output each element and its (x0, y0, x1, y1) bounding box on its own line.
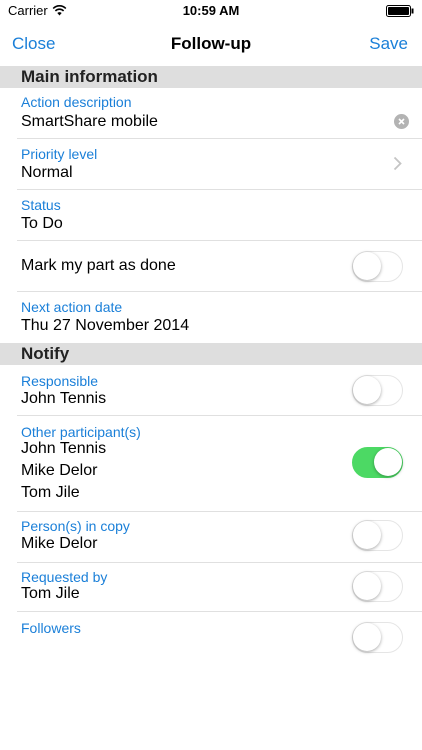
persons-in-copy-row: Person(s) in copy Mike Delor (0, 512, 422, 563)
requested-by-name: Tom Jile (21, 585, 80, 602)
next-action-date-value[interactable]: Thu 27 November 2014 (21, 317, 189, 335)
requested-by-label: Requested by (21, 569, 108, 585)
followers-label: Followers (21, 620, 81, 636)
persons-in-copy-toggle[interactable] (352, 520, 403, 551)
navigation-bar: Close Follow-up Save (0, 22, 422, 66)
status-value: To Do (21, 215, 63, 232)
battery-icon (386, 5, 414, 17)
mark-done-row: Mark my part as done (0, 241, 422, 292)
clear-icon[interactable] (394, 114, 409, 129)
section-header-notify: Notify (0, 343, 422, 365)
priority-level-label: Priority level (21, 146, 98, 162)
section-header-main: Main information (0, 66, 422, 88)
responsible-name: John Tennis (21, 390, 107, 407)
mark-done-label: Mark my part as done (21, 257, 176, 274)
page-title: Follow-up (170, 34, 252, 53)
participant-name: Tom Jile (21, 484, 80, 501)
status-label: Status (21, 197, 61, 213)
priority-level-row[interactable]: Priority level Normal (0, 139, 422, 190)
mark-done-toggle[interactable] (352, 251, 403, 282)
followers-toggle[interactable] (352, 622, 403, 653)
followers-row: Followers (0, 612, 422, 663)
participant-name: Mike Delor (21, 462, 98, 479)
other-participants-row: Other participant(s) John Tennis Mike De… (0, 416, 422, 512)
status-row: Status To Do (0, 190, 422, 241)
requested-by-toggle[interactable] (352, 571, 403, 602)
save-button[interactable]: Save (369, 34, 408, 54)
other-participants-label: Other participant(s) (21, 424, 141, 440)
priority-level-value: Normal (21, 164, 73, 181)
status-bar: Carrier 10:59 AM (0, 0, 422, 22)
chevron-right-icon (393, 156, 402, 171)
responsible-toggle[interactable] (352, 375, 403, 406)
action-description-row[interactable]: Action description SmartShare mobile (0, 88, 422, 139)
next-action-date-label: Next action date (21, 299, 123, 315)
persons-in-copy-name: Mike Delor (21, 535, 98, 552)
section-title-main: Main information (21, 67, 158, 86)
persons-in-copy-label: Person(s) in copy (21, 518, 130, 534)
participant-name: John Tennis (21, 440, 107, 457)
action-description-value[interactable]: SmartShare mobile (21, 113, 158, 131)
next-action-date-row[interactable]: Next action date Thu 27 November 2014 (0, 292, 422, 343)
section-title-notify: Notify (21, 344, 70, 363)
action-description-label: Action description (21, 94, 132, 110)
responsible-label: Responsible (21, 373, 99, 389)
clock: 10:59 AM (182, 3, 240, 18)
requested-by-row: Requested by Tom Jile (0, 563, 422, 612)
other-participants-toggle[interactable] (352, 447, 403, 478)
responsible-row: Responsible John Tennis (0, 365, 422, 416)
